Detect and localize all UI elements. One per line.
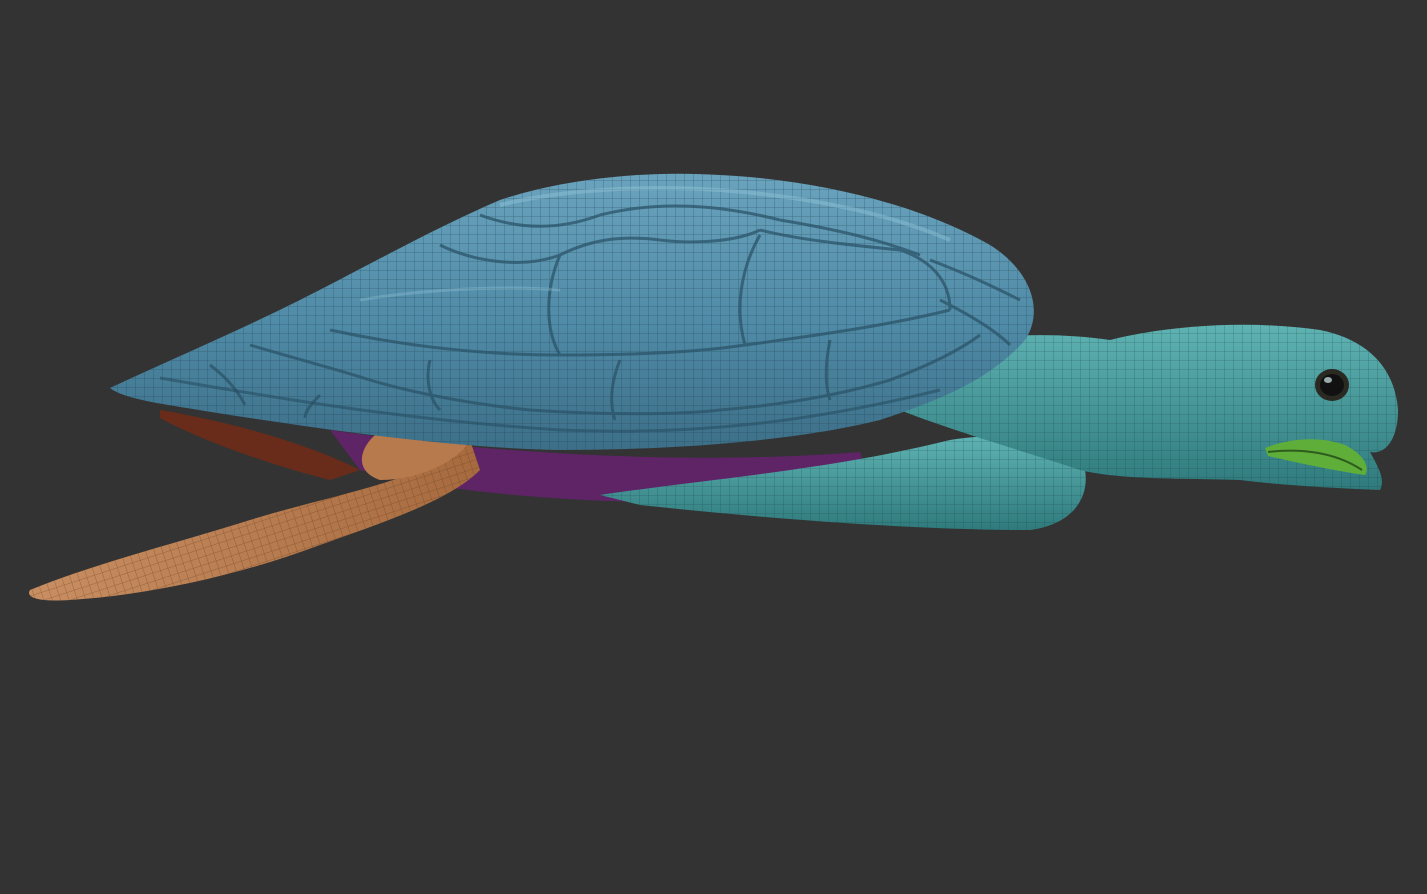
carapace-shell	[110, 173, 1034, 450]
3d-viewport[interactable]	[0, 0, 1427, 894]
sea-turtle-model	[29, 173, 1398, 601]
